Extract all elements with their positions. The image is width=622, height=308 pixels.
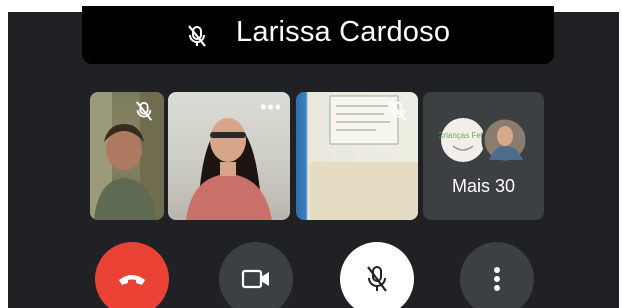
mic-off-icon: [135, 101, 153, 121]
microphone-button[interactable]: [340, 242, 414, 308]
logo-text: Crianças Feliz: [439, 131, 488, 140]
window-left-edge: [0, 0, 8, 308]
mic-off-icon: [188, 25, 206, 47]
more-vert-icon: [494, 267, 500, 291]
more-options-button[interactable]: [460, 242, 534, 308]
mic-off-icon: [389, 101, 407, 121]
mic-off-icon: [367, 266, 387, 292]
participant-tile[interactable]: [296, 92, 418, 220]
more-participants-label: Mais 30: [451, 176, 516, 196]
video-camera-icon: [241, 269, 269, 289]
participant-tile[interactable]: •••: [168, 92, 290, 220]
camera-button[interactable]: [219, 242, 293, 308]
more-participants-tile[interactable]: Crianças Feliz Mais 30: [423, 92, 544, 220]
participant-tile[interactable]: [90, 92, 164, 220]
end-call-button[interactable]: [95, 242, 169, 308]
more-options-icon[interactable]: •••: [260, 98, 282, 116]
participant-name: Larissa Cardoso: [236, 16, 451, 48]
active-speaker-banner: Larissa Cardoso: [82, 6, 554, 64]
phone-hangup-icon: [119, 275, 145, 285]
participant-avatars: Crianças Feliz: [439, 116, 529, 164]
